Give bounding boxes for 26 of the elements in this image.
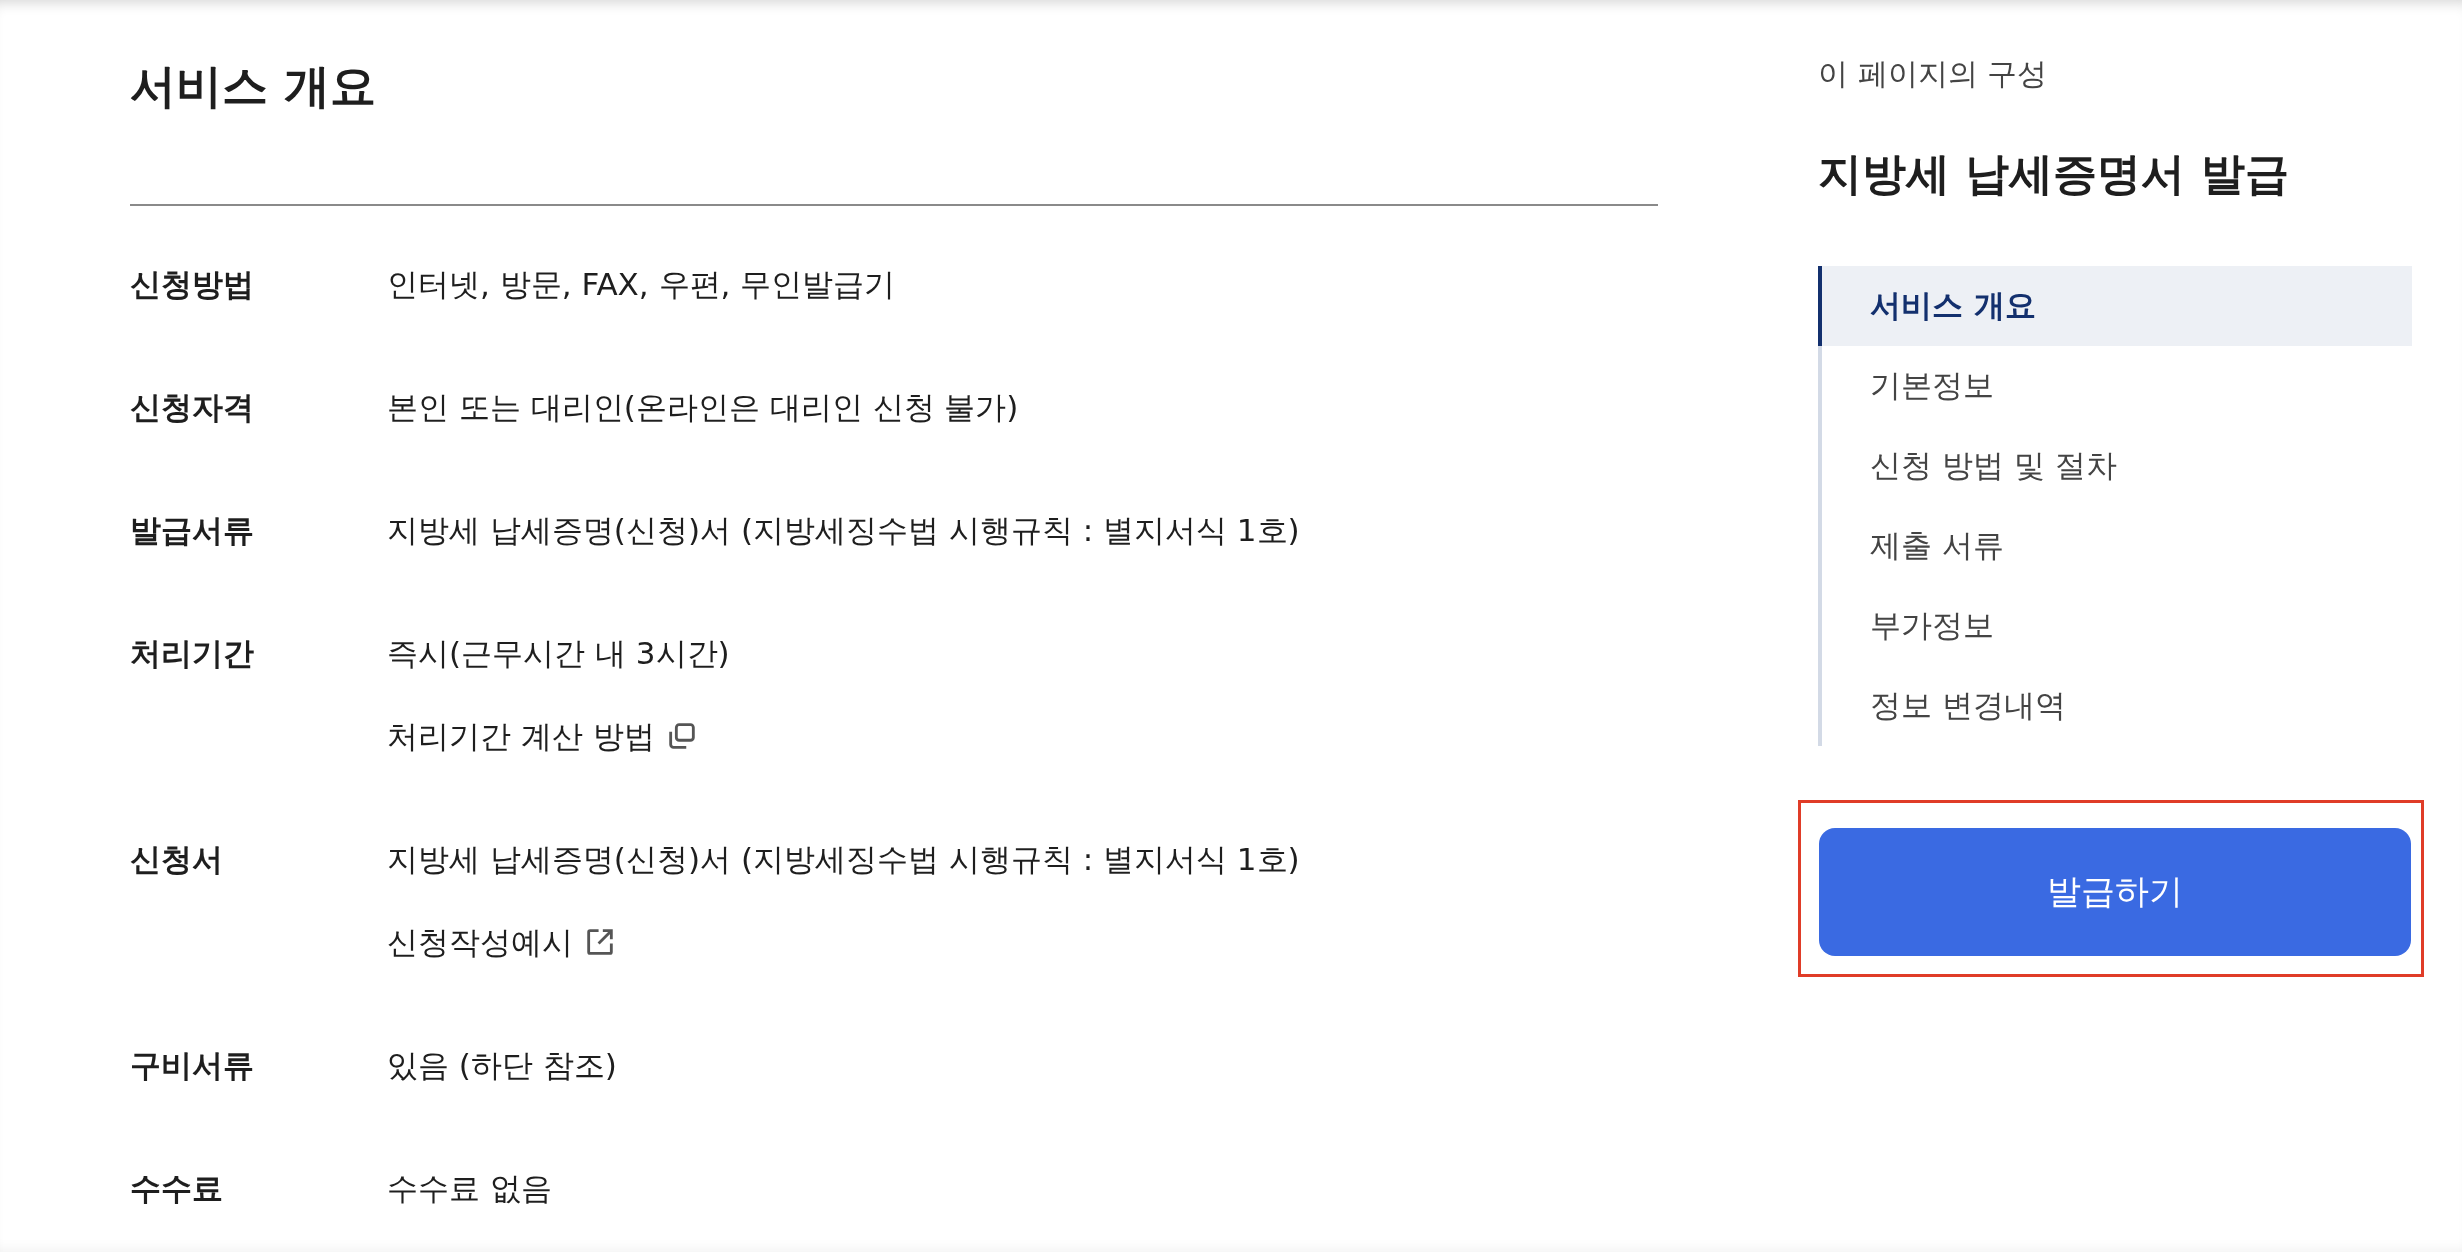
field-label: 수수료 <box>130 1169 224 1208</box>
toc-item[interactable]: 기본정보 <box>1818 346 2412 426</box>
issue-button[interactable]: 발급하기 <box>1819 828 2411 956</box>
section-title: 서비스 개요 <box>130 58 377 115</box>
toc-item[interactable]: 서비스 개요 <box>1818 266 2412 346</box>
field-label: 처리기간 <box>130 634 255 673</box>
toc-item[interactable]: 제출 서류 <box>1818 506 2412 586</box>
toc-item[interactable]: 신청 방법 및 절차 <box>1818 426 2412 506</box>
field-value: 본인 또는 대리인(온라인은 대리인 신청 불가) <box>387 388 1019 427</box>
toc-caption: 이 페이지의 구성 <box>1818 55 2049 93</box>
field-label: 발급서류 <box>130 511 255 550</box>
field-label: 신청서 <box>130 840 224 879</box>
field-label: 구비서류 <box>130 1046 255 1085</box>
field-label: 신청자격 <box>130 388 255 427</box>
page-title: 지방세 납세증명서 발급 <box>1818 147 2290 201</box>
field-value: 수수료 없음 <box>387 1169 552 1208</box>
field-value: 지방세 납세증명(신청)서 (지방세징수법 시행규칙 : 별지서식 1호) <box>387 511 1300 550</box>
toc-item[interactable]: 정보 변경내역 <box>1818 666 2412 746</box>
field-value: 인터넷, 방문, FAX, 우편, 무인발급기 <box>387 265 896 304</box>
field-value: 있음 (하단 참조) <box>387 1046 617 1085</box>
link[interactable]: 처리기간 계산 방법 <box>387 712 699 760</box>
field-value: 즉시(근무시간 내 3시간) <box>387 634 730 673</box>
field-value: 지방세 납세증명(신청)서 (지방세징수법 시행규칙 : 별지서식 1호) <box>387 840 1300 879</box>
toc-item[interactable]: 부가정보 <box>1818 586 2412 666</box>
link[interactable]: 신청작성예시 <box>387 918 617 966</box>
field-label: 신청방법 <box>130 265 255 304</box>
